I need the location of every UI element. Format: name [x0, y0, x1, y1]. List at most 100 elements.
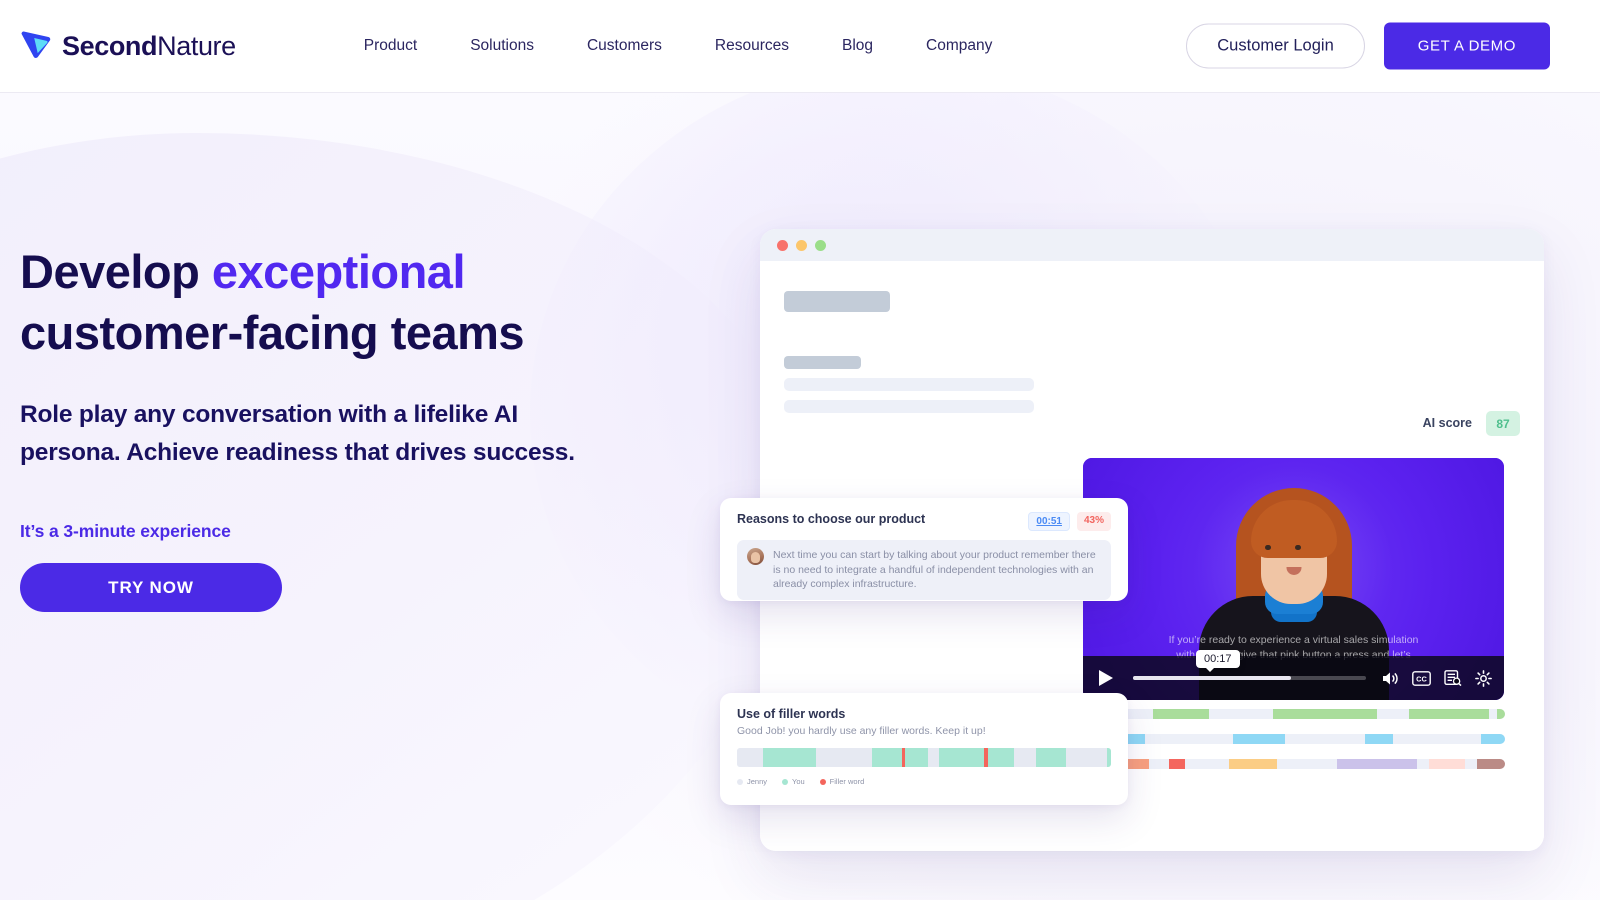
headline-part-2: customer-facing: [20, 306, 379, 359]
video-player[interactable]: If you’re ready to experience a virtual …: [1083, 458, 1504, 700]
timestamp-chip[interactable]: 00:51: [1028, 512, 1070, 531]
closed-caption-icon[interactable]: CC: [1412, 670, 1431, 686]
timeline-segment: [1477, 759, 1505, 769]
timeline-segment: [1233, 734, 1285, 744]
timeline-segment: [1229, 759, 1277, 769]
brand-name-light: Nature: [157, 30, 236, 61]
filler-words-card: Use of filler words Good Job! you hardly…: [720, 693, 1128, 805]
filler-words-title: Use of filler words: [737, 707, 846, 721]
legend-item-filler-word: Filler word: [819, 777, 865, 786]
brand-name: SecondNature: [62, 31, 236, 62]
timeline-segment: [1497, 709, 1505, 719]
hero-subheading-line-1: Role play any conversation with a lifeli…: [20, 401, 518, 428]
page-title: Develop exceptional customer-facing team…: [20, 241, 720, 363]
play-icon[interactable]: [1095, 667, 1117, 689]
timeline-segment: [1273, 709, 1377, 719]
ai-score-label: AI score: [1422, 416, 1472, 430]
mockup-titlebar: [760, 229, 1544, 261]
video-progress-fill: [1133, 676, 1292, 680]
filler-bar-segment-jenny: [815, 748, 872, 767]
persona-eye-right: [1294, 545, 1301, 550]
legend-dot-jenny: [737, 778, 743, 785]
timeline-strip-mixed: [1105, 759, 1505, 769]
coach-avatar: [747, 548, 764, 565]
percentage-chip: 43%: [1076, 512, 1111, 531]
headline-part-3: teams: [378, 306, 525, 359]
play-triangle-logo-icon: [21, 31, 51, 58]
customer-login-button[interactable]: Customer Login: [1186, 23, 1365, 69]
volume-icon[interactable]: [1382, 671, 1399, 686]
reasons-card-title: Reasons to choose our product: [737, 512, 926, 526]
filler-bar-segment-you: [871, 748, 928, 767]
legend-label-filler-word: Filler word: [829, 777, 865, 786]
filler-bar-segment-you: [763, 748, 816, 767]
placeholder-row-1: [784, 378, 1034, 391]
video-control-icons: CC: [1382, 669, 1492, 687]
svg-text:CC: CC: [1416, 674, 1427, 683]
try-now-button[interactable]: TRY NOW: [20, 563, 282, 612]
video-progress-scrubber[interactable]: 00:17: [1133, 650, 1366, 680]
nav-item-solutions[interactable]: Solutions: [470, 27, 534, 65]
nav-item-blog[interactable]: Blog: [842, 27, 873, 65]
window-close-dot[interactable]: [777, 239, 788, 251]
filler-bar-segment-you: [1036, 748, 1067, 767]
placeholder-title-bar: [784, 291, 890, 312]
persona-eye-left: [1264, 545, 1271, 550]
filler-bar-segment-jenny: [1066, 748, 1108, 767]
timeline-segment: [1337, 759, 1417, 769]
video-controls: 00:17 CC: [1083, 650, 1504, 700]
legend-item-you: You: [782, 777, 805, 786]
hero-subheading-line-2: persona. Achieve readiness that drives s…: [20, 439, 575, 466]
get-a-demo-button[interactable]: GET A DEMO: [1383, 22, 1550, 70]
header-actions: Customer Login GET A DEMO: [1186, 22, 1550, 70]
filler-bar-segment-you: [938, 748, 1014, 767]
filler-bar-segment-filler: [901, 748, 906, 767]
filler-bar-segment-jenny: [1013, 748, 1037, 767]
timeline-strip-blue: [1105, 734, 1505, 744]
hero-section: Develop exceptional customer-facing team…: [0, 93, 1600, 900]
nav-item-product[interactable]: Product: [364, 27, 417, 65]
brand-logo[interactable]: SecondNature: [19, 29, 236, 63]
video-caption-line-1: If you’re ready to experience a virtual …: [1168, 634, 1419, 646]
timeline-segment: [1153, 709, 1209, 719]
timeline-segment: [1429, 759, 1465, 769]
filler-words-bar: [737, 748, 1111, 767]
placeholder-row-2: [784, 400, 1034, 413]
filler-words-subtitle: Good Job! you hardly use any filler word…: [737, 725, 986, 737]
window-minimize-dot[interactable]: [796, 239, 807, 251]
filler-bar-segment-you: [1107, 748, 1111, 767]
main-navigation: Product Solutions Customers Resources Bl…: [364, 27, 1046, 65]
filler-bar-segment-filler: [983, 748, 988, 767]
timeline-segment: [1409, 709, 1489, 719]
filler-bar-segment-jenny: [737, 748, 764, 767]
transcript-search-icon[interactable]: [1444, 670, 1462, 686]
nav-item-resources[interactable]: Resources: [715, 27, 789, 65]
filler-words-legend: Jenny You Filler word: [737, 777, 1111, 786]
nav-item-company[interactable]: Company: [926, 27, 992, 65]
timeline-segment: [1481, 734, 1505, 744]
placeholder-subtitle: [784, 356, 861, 369]
site-header: SecondNature Product Solutions Customers…: [0, 0, 1600, 93]
hero-subheading: Role play any conversation with a lifeli…: [20, 396, 720, 472]
legend-dot-filler-word: [819, 778, 826, 785]
ai-score-badge: 87: [1486, 411, 1520, 436]
filler-bar-segment-jenny: [927, 748, 939, 767]
legend-label-jenny: Jenny: [747, 777, 768, 786]
timeline-segment: [1365, 734, 1393, 744]
headline-accent: exceptional: [211, 245, 466, 298]
reasons-card-chips: 00:51 43%: [1028, 512, 1111, 531]
hero-copy: Develop exceptional customer-facing team…: [20, 241, 720, 612]
timeline-segment: [1169, 759, 1185, 769]
coach-feedback-quote: Next time you can start by talking about…: [737, 540, 1111, 600]
cta-note: It’s a 3-minute experience: [20, 521, 231, 541]
legend-dot-you: [782, 778, 789, 785]
brand-name-bold: Second: [62, 30, 158, 61]
video-time-tooltip: 00:17: [1196, 650, 1240, 672]
headline-part-1: Develop: [20, 245, 212, 298]
legend-item-jenny: Jenny: [737, 777, 767, 786]
legend-label-you: You: [792, 777, 805, 786]
gear-icon[interactable]: [1475, 669, 1492, 687]
reasons-card: Reasons to choose our product 00:51 43% …: [720, 498, 1128, 601]
nav-item-customers[interactable]: Customers: [587, 27, 662, 65]
window-maximize-dot[interactable]: [815, 239, 826, 251]
